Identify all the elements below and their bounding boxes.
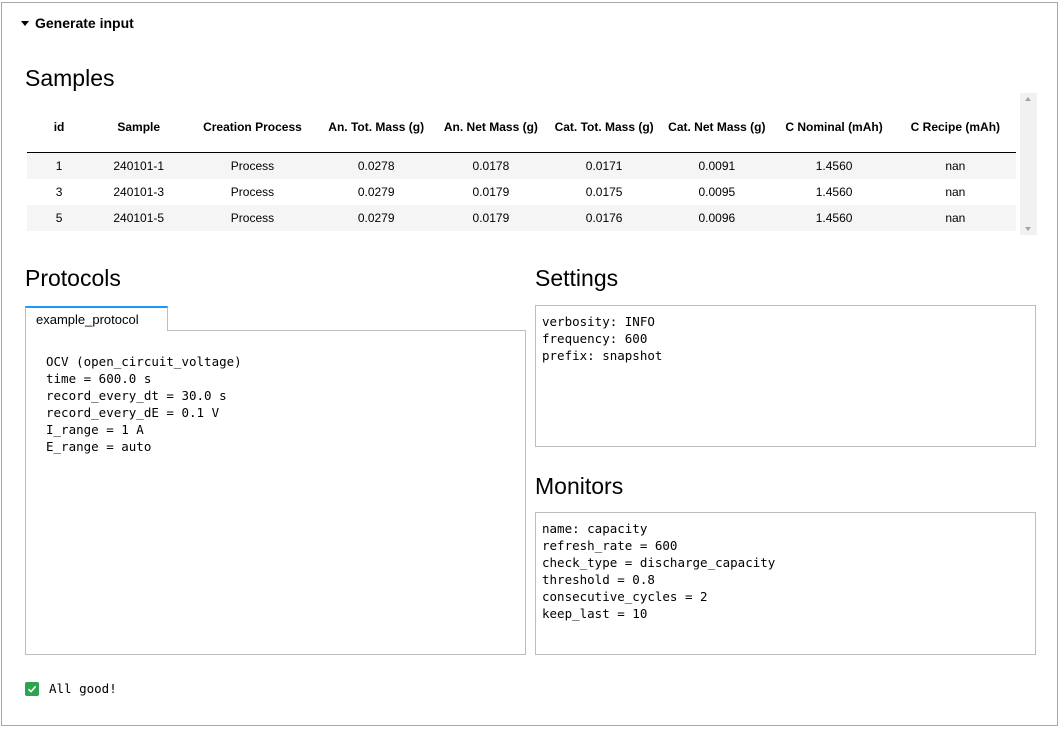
column-header-c-nominal[interactable]: C Nominal (mAh) bbox=[773, 102, 895, 153]
samples-table: id Sample Creation Process An. Tot. Mass… bbox=[27, 102, 1016, 231]
cell-creation-process: Process bbox=[186, 205, 319, 231]
column-header-id[interactable]: id bbox=[27, 102, 92, 153]
settings-title: Settings bbox=[535, 265, 619, 291]
cell-cat-tot-mass: 0.0171 bbox=[548, 152, 661, 179]
monitors-text: name: capacity refresh_rate = 600 check_… bbox=[542, 521, 776, 621]
samples-table-container: id Sample Creation Process An. Tot. Mass… bbox=[27, 102, 1017, 231]
scroll-down-icon[interactable] bbox=[1025, 227, 1031, 231]
cell-cat-net-mass: 0.0091 bbox=[660, 152, 774, 179]
status-text: All good! bbox=[49, 681, 117, 696]
samples-title: Samples bbox=[25, 65, 115, 91]
cell-an-net-mass: 0.0179 bbox=[472, 185, 510, 199]
settings-text: verbosity: INFO frequency: 600 prefix: s… bbox=[542, 314, 663, 363]
scroll-up-icon[interactable] bbox=[1025, 97, 1031, 101]
cell-sample: 240101-5 bbox=[91, 205, 187, 231]
cell-id: 5 bbox=[27, 205, 92, 231]
cell-an-tot-mass: 0.0279 bbox=[318, 205, 434, 231]
cell-sample: 240101-1 bbox=[91, 152, 187, 179]
column-header-sample[interactable]: Sample bbox=[91, 102, 187, 153]
cell-an-net-mass: 0.0178 bbox=[433, 152, 549, 179]
table-scrollbar[interactable] bbox=[1020, 93, 1037, 235]
protocol-content-panel: OCV (open_circuit_voltage) time = 600.0 … bbox=[25, 330, 526, 655]
protocol-text: OCV (open_circuit_voltage) time = 600.0 … bbox=[46, 354, 242, 454]
cell-cat-net-mass: 0.0096 bbox=[660, 205, 774, 231]
column-header-cat-net-mass[interactable]: Cat. Net Mass (g) bbox=[660, 102, 774, 153]
cell-id: 1 bbox=[27, 152, 92, 179]
cell-sample: 240101-3 bbox=[113, 185, 165, 199]
column-header-c-recipe[interactable]: C Recipe (mAh) bbox=[894, 102, 1016, 153]
column-header-an-net-mass[interactable]: An. Net Mass (g) bbox=[433, 102, 549, 153]
status-indicator: All good! bbox=[25, 680, 117, 697]
cell-cat-tot-mass: 0.0176 bbox=[548, 205, 661, 231]
column-header-cat-tot-mass[interactable]: Cat. Tot. Mass (g) bbox=[548, 102, 661, 153]
generate-input-toggle[interactable]: Generate input bbox=[21, 15, 134, 31]
column-header-an-tot-mass[interactable]: An. Tot. Mass (g) bbox=[318, 102, 434, 153]
cell-cat-tot-mass: 0.0175 bbox=[585, 185, 623, 199]
cell-creation-process: Process bbox=[230, 185, 275, 199]
table-header-row: id Sample Creation Process An. Tot. Mass… bbox=[27, 102, 1016, 153]
settings-textarea[interactable]: verbosity: INFO frequency: 600 prefix: s… bbox=[535, 305, 1036, 447]
cell-c-nominal: 1.4560 bbox=[815, 185, 853, 199]
cell-c-recipe: nan bbox=[945, 185, 966, 199]
cell-creation-process: Process bbox=[186, 152, 319, 179]
column-header-creation-process[interactable]: Creation Process bbox=[186, 102, 319, 153]
cell-c-recipe: nan bbox=[894, 205, 1016, 231]
cell-an-tot-mass: 0.0278 bbox=[318, 152, 434, 179]
tab-example-protocol[interactable]: example_protocol bbox=[25, 306, 168, 331]
cell-an-tot-mass: 0.0279 bbox=[357, 185, 395, 199]
monitors-title: Monitors bbox=[535, 473, 624, 499]
cell-c-recipe: nan bbox=[894, 152, 1016, 179]
table-row[interactable]: 1 240101-1 Process 0.0278 0.0178 0.0171 … bbox=[27, 152, 1016, 179]
monitors-textarea[interactable]: name: capacity refresh_rate = 600 check_… bbox=[535, 512, 1036, 655]
cell-cat-net-mass: 0.0095 bbox=[698, 185, 736, 199]
protocols-title: Protocols bbox=[25, 265, 121, 291]
table-row[interactable]: 3 240101-3 Process 0.0279 0.0179 0.0175 … bbox=[27, 179, 1016, 205]
cell-id: 3 bbox=[55, 185, 63, 199]
caret-down-icon bbox=[21, 20, 29, 26]
generate-input-label: Generate input bbox=[35, 15, 134, 31]
cell-c-nominal: 1.4560 bbox=[773, 205, 895, 231]
checkmark-icon bbox=[25, 681, 39, 696]
cell-an-net-mass: 0.0179 bbox=[433, 205, 549, 231]
cell-c-nominal: 1.4560 bbox=[773, 152, 895, 179]
table-row[interactable]: 5 240101-5 Process 0.0279 0.0179 0.0176 … bbox=[27, 205, 1016, 231]
